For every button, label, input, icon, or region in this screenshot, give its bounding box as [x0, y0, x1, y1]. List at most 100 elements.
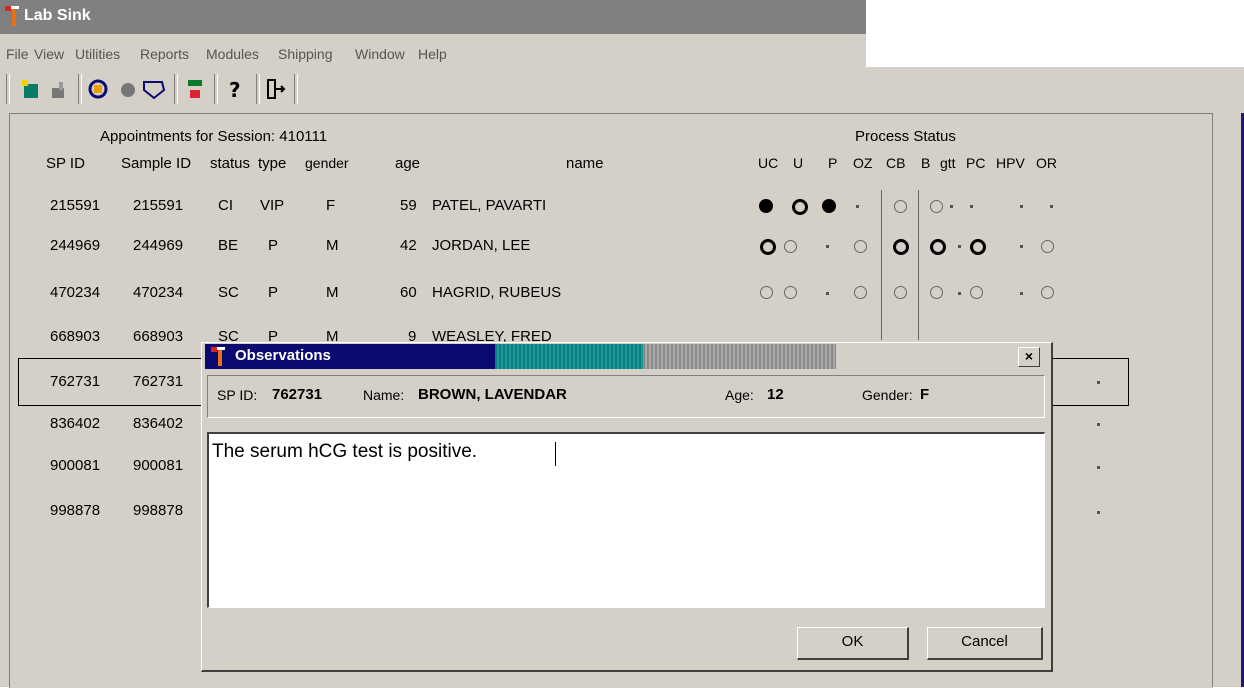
cell-gender: M [326, 328, 339, 342]
cell-name: HAGRID, RUBEUS [432, 284, 562, 301]
col-header-gtt: gtt [940, 155, 956, 171]
col-header-p: P [828, 155, 838, 171]
app-icon [5, 6, 19, 26]
status-open-icon [1041, 286, 1054, 299]
age-value: 12 [767, 386, 784, 403]
age-label: Age: [725, 387, 754, 403]
menu-reports[interactable]: Reports [140, 46, 189, 62]
menu-shipping[interactable]: Shipping [278, 46, 333, 62]
cell-sp-id: 762731 [50, 373, 101, 390]
stop-icon[interactable] [114, 76, 142, 102]
status-pending-icon [970, 239, 986, 255]
cell-sample-id: 762731 [133, 373, 184, 390]
cancel-button[interactable]: Cancel [927, 627, 1043, 660]
cell-sample-id: 836402 [133, 415, 184, 432]
cell-sp-id: 668903 [50, 328, 101, 342]
cell-sample-id: 900081 [133, 457, 184, 474]
cell-status: SC [218, 284, 239, 301]
status-na-icon [1097, 423, 1100, 426]
exit-icon[interactable] [262, 76, 290, 102]
cell-age: 60 [400, 284, 417, 301]
status-pending-icon [893, 239, 909, 255]
status-na-icon [970, 205, 973, 208]
label-icon[interactable] [140, 76, 168, 102]
cell-age: 59 [400, 197, 417, 214]
menu-utilities[interactable]: Utilities [75, 46, 120, 62]
status-open-icon [1041, 240, 1054, 253]
text-caret [555, 442, 556, 466]
menu-view[interactable]: View [34, 46, 64, 62]
menu-bar: File View Utilities Reports Modules Ship… [0, 34, 866, 67]
cell-gender: M [326, 237, 339, 254]
col-header-hpv: HPV [996, 155, 1025, 171]
status-open-icon [854, 286, 867, 299]
gender-value: F [920, 386, 930, 403]
cell-sample-id: 998878 [133, 502, 184, 519]
col-header-name: name [566, 155, 604, 172]
status-open-icon [784, 240, 797, 253]
toolbar: ? [0, 67, 1244, 112]
cell-sp-id: 836402 [50, 415, 101, 432]
name-value: BROWN, LAVENDAR [418, 386, 567, 403]
col-header-type: type [258, 155, 287, 172]
menu-help[interactable]: Help [418, 46, 447, 62]
col-header-status: status [210, 155, 251, 172]
col-header-age: age [395, 155, 421, 172]
gender-label: Gender: [862, 387, 913, 403]
cell-sp-id: 244969 [50, 237, 101, 254]
menu-modules[interactable]: Modules [206, 46, 259, 62]
open-icon[interactable] [46, 76, 74, 102]
cell-sample-id: 215591 [133, 197, 184, 214]
find-icon[interactable] [86, 76, 114, 102]
appointments-heading: Appointments for Session: 410111 [100, 128, 328, 145]
status-na-icon [1097, 381, 1100, 384]
name-label: Name: [363, 387, 405, 403]
cell-sample-id: 470234 [133, 284, 184, 301]
status-open-icon [760, 286, 773, 299]
status-pending-icon [792, 199, 808, 215]
status-na-icon [958, 292, 961, 295]
cell-gender: F [326, 197, 336, 214]
new-icon[interactable] [18, 76, 46, 102]
cell-sp-id: 900081 [50, 457, 101, 474]
status-na-icon [826, 245, 829, 248]
dialog-app-icon [211, 347, 225, 366]
cell-age: 9 [408, 328, 417, 342]
col-header-b: B [921, 155, 931, 171]
transfer-icon[interactable] [182, 76, 210, 102]
status-open-icon [894, 200, 907, 213]
cell-status: SC [218, 328, 239, 342]
col-header-sample-id: Sample ID [121, 155, 192, 172]
vertical-scrollbar[interactable] [1212, 113, 1244, 687]
process-status-heading: Process Status [855, 128, 956, 145]
cell-type: P [268, 284, 279, 301]
cell-name: WEASLEY, FRED [432, 328, 552, 342]
col-header-gender: gender [305, 155, 349, 171]
app-title: Lab Sink [24, 7, 91, 24]
table-row[interactable]: 668903 668903 SC P M 9 WEASLEY, FRED [0, 318, 1210, 342]
cell-status: CI [218, 197, 233, 214]
ok-button[interactable]: OK [797, 627, 909, 660]
col-header-oz: OZ [853, 155, 873, 171]
menu-window[interactable]: Window [355, 46, 405, 62]
col-header-pc: PC [966, 155, 986, 171]
cell-sp-id: 998878 [50, 502, 101, 519]
cell-name: JORDAN, LEE [432, 237, 531, 254]
cell-type: P [268, 328, 279, 342]
col-header-cb: CB [886, 155, 906, 171]
menu-file[interactable]: File [6, 46, 29, 62]
status-na-icon [1097, 511, 1100, 514]
status-complete-icon [759, 199, 773, 213]
status-na-icon [1020, 245, 1023, 248]
col-header-u: U [793, 155, 804, 171]
dialog-titlebar-gradient [836, 344, 1048, 369]
status-open-icon [970, 286, 983, 299]
status-na-icon [1020, 205, 1023, 208]
status-na-icon [1050, 205, 1053, 208]
status-na-icon [958, 245, 961, 248]
dialog-titlebar-gradient [495, 344, 643, 369]
status-divider [918, 190, 919, 340]
close-icon[interactable]: × [1018, 347, 1040, 367]
help-icon[interactable]: ? [222, 76, 250, 102]
status-na-icon [826, 292, 829, 295]
